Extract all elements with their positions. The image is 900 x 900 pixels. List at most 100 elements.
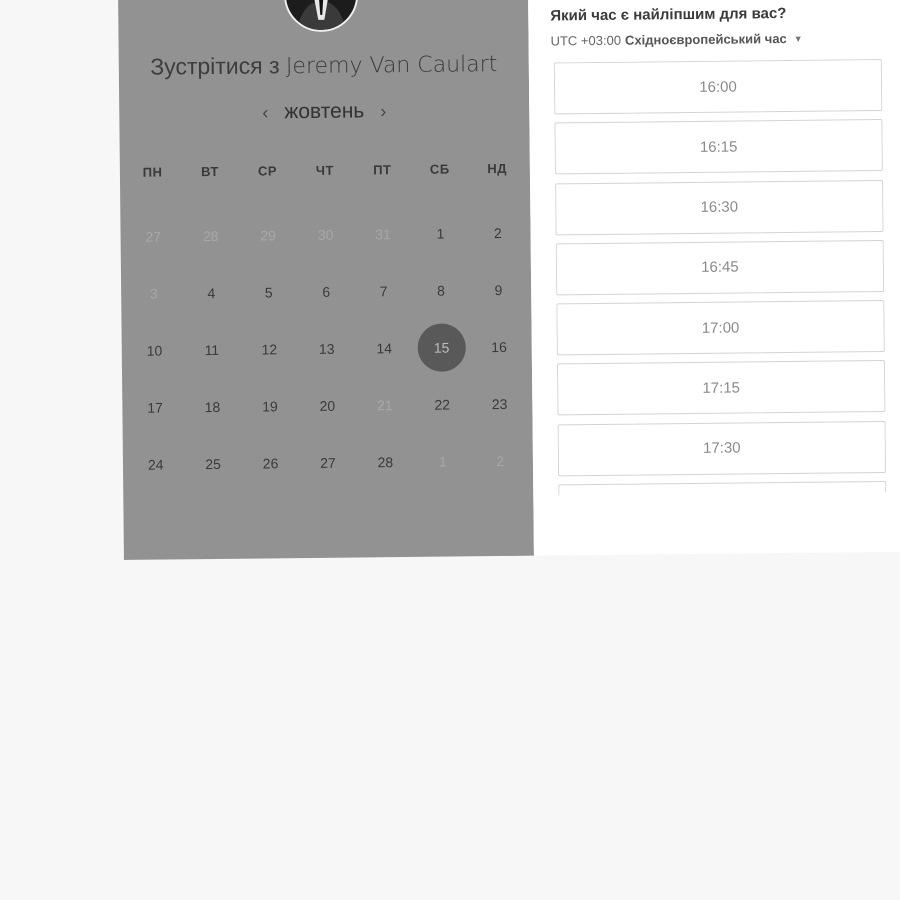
weekday-label: СР	[257, 163, 278, 179]
calendar-day-number: 12	[261, 340, 278, 358]
calendar-day-number: 14	[376, 339, 393, 356]
weekday-label: ПН	[142, 164, 163, 180]
calendar-day-number: 1	[436, 225, 445, 242]
calendar-day[interactable]: 25	[184, 435, 242, 493]
calendar-day[interactable]: 19	[241, 377, 299, 435]
calendar-day-number: 4	[207, 284, 216, 301]
weekday-header: ПН ВТ СР ЧТ ПТ СБ НД	[124, 161, 526, 180]
host-avatar	[283, 0, 359, 33]
time-question-heading: Який час є найліпшим для вас?	[550, 5, 787, 25]
calendar-day-number: 15	[433, 339, 450, 356]
time-slot-button[interactable]: 16:30	[555, 179, 884, 236]
calendar-day[interactable]: 23	[471, 375, 529, 433]
calendar-day-number: 2	[493, 224, 502, 241]
calendar-day-number: 7	[379, 282, 388, 299]
calendar-day[interactable]: 7	[355, 262, 413, 320]
calendar-day[interactable]: 27	[299, 434, 357, 492]
calendar-day[interactable]: 22	[413, 375, 471, 433]
timezone-offset: UTC +03:00	[550, 32, 622, 49]
calendar-day-number: 3	[149, 285, 158, 302]
weekday-label: ПТ	[373, 162, 392, 178]
calendar-day-number: 23	[491, 395, 508, 412]
calendar-day-number: 2	[496, 452, 505, 469]
calendar-day: 2	[471, 432, 529, 490]
meet-title-prefix: Зустрітися з	[150, 52, 280, 80]
calendar-day[interactable]: 16	[470, 318, 528, 376]
calendar-day: 30	[297, 206, 355, 264]
calendar-day-selected[interactable]: 15	[413, 318, 471, 376]
calendar-day[interactable]: 2	[469, 204, 527, 262]
calendar-day-number: 26	[262, 454, 279, 472]
calendar-day-number: 21	[376, 396, 393, 413]
time-slot-button[interactable]: 17:00	[556, 300, 885, 356]
time-slot-button[interactable]: 16:00	[553, 59, 883, 115]
calendar-day[interactable]: 18	[183, 378, 241, 436]
calendar-day: 28	[182, 207, 240, 265]
calendar-day[interactable]: 26	[242, 434, 300, 492]
calendar-day: 3	[125, 264, 183, 322]
calendar-day-number: 22	[434, 396, 451, 413]
calendar-day-number: 8	[437, 282, 445, 299]
calendar-day-number: 25	[205, 455, 221, 472]
calendar-day-number: 29	[260, 226, 277, 244]
calendar-day[interactable]: 5	[240, 263, 298, 321]
prev-month-button[interactable]: ‹	[260, 102, 270, 123]
calendar-day-number: 27	[320, 454, 336, 471]
calendar-day[interactable]: 14	[355, 319, 413, 377]
time-slot-button[interactable]: 16:45	[555, 239, 885, 296]
host-name: Jeremy Van Caulart	[285, 52, 498, 80]
timezone-name: Східноєвропейський час	[624, 31, 787, 48]
month-label: жовтень	[284, 99, 365, 124]
calendar-day[interactable]: 24	[127, 435, 185, 493]
calendar-day[interactable]: 6	[297, 263, 355, 321]
next-month-button[interactable]: ›	[378, 101, 388, 122]
calendar-day-number: 18	[204, 398, 221, 415]
calendar-day-number: 19	[262, 397, 278, 415]
calendar-day[interactable]: 17	[126, 378, 184, 436]
calendar-day-number: 30	[317, 226, 334, 243]
calendar-day-number: 20	[319, 397, 336, 414]
calendar-day-number: 16	[491, 338, 507, 355]
calendar-day-number: 11	[204, 341, 220, 358]
calendar-day-number: 31	[375, 225, 391, 242]
time-slot-button[interactable]: 17:30	[557, 420, 887, 477]
calendar-day[interactable]: 28	[356, 433, 414, 491]
caret-down-icon: ▼	[793, 33, 803, 44]
calendar-day[interactable]: 12	[240, 320, 298, 378]
calendar-day-number: 27	[145, 228, 162, 245]
weekday-label: СБ	[429, 161, 450, 177]
calendar-day-number: 9	[494, 281, 503, 298]
weekday-label: ЧТ	[315, 162, 335, 178]
time-slot-list: 16:00 16:15 16:30 16:45 17:00 17:15 17:30	[553, 59, 887, 496]
calendar-day[interactable]: 20	[298, 377, 356, 435]
weekday-label: ВТ	[201, 163, 220, 180]
calendar-day[interactable]: 4	[182, 264, 240, 322]
calendar-grid: 27 28 29 30 31 1 2 3 4 5 6 7 8 9 10 11 12 13 14 15 16 17 18 19 2…	[124, 204, 529, 493]
calendar-panel: Зустрітися з Jeremy Van Caulart ‹ жовтен…	[118, 0, 534, 560]
time-slot-button[interactable]: 16:15	[554, 119, 883, 175]
calendar-day[interactable]: 1	[411, 204, 469, 262]
calendar-day[interactable]: 11	[183, 321, 241, 379]
calendar-day: 29	[239, 206, 297, 264]
calendar-day-number: 17	[147, 399, 163, 416]
calendar-day[interactable]: 8	[412, 261, 470, 319]
calendar-day[interactable]: 9	[469, 261, 527, 319]
time-slot-button[interactable]: 17:15	[556, 360, 886, 416]
calendar-day: 1	[414, 432, 472, 490]
calendar-day-number: 24	[147, 456, 164, 473]
calendar-day[interactable]: 10	[125, 321, 183, 379]
calendar-day-number: 28	[377, 453, 394, 470]
calendar-day-number: 28	[202, 227, 219, 244]
calendar-day-number: 10	[146, 342, 163, 359]
calendar-day[interactable]: 13	[298, 320, 356, 378]
timezone-selector[interactable]: UTC +03:00 Східноєвропейський час ▼	[550, 31, 803, 49]
calendar-day-number: 13	[318, 340, 335, 357]
time-slot-button[interactable]	[558, 481, 887, 496]
weekday-label: НД	[487, 160, 508, 177]
calendar-day-number: 5	[264, 283, 273, 300]
calendar-day-number: 1	[438, 453, 447, 470]
calendar-day: 31	[354, 205, 412, 263]
calendar-day: 21	[356, 376, 414, 434]
calendar-day-number: 6	[322, 283, 331, 300]
calendar-day: 27	[124, 207, 182, 265]
